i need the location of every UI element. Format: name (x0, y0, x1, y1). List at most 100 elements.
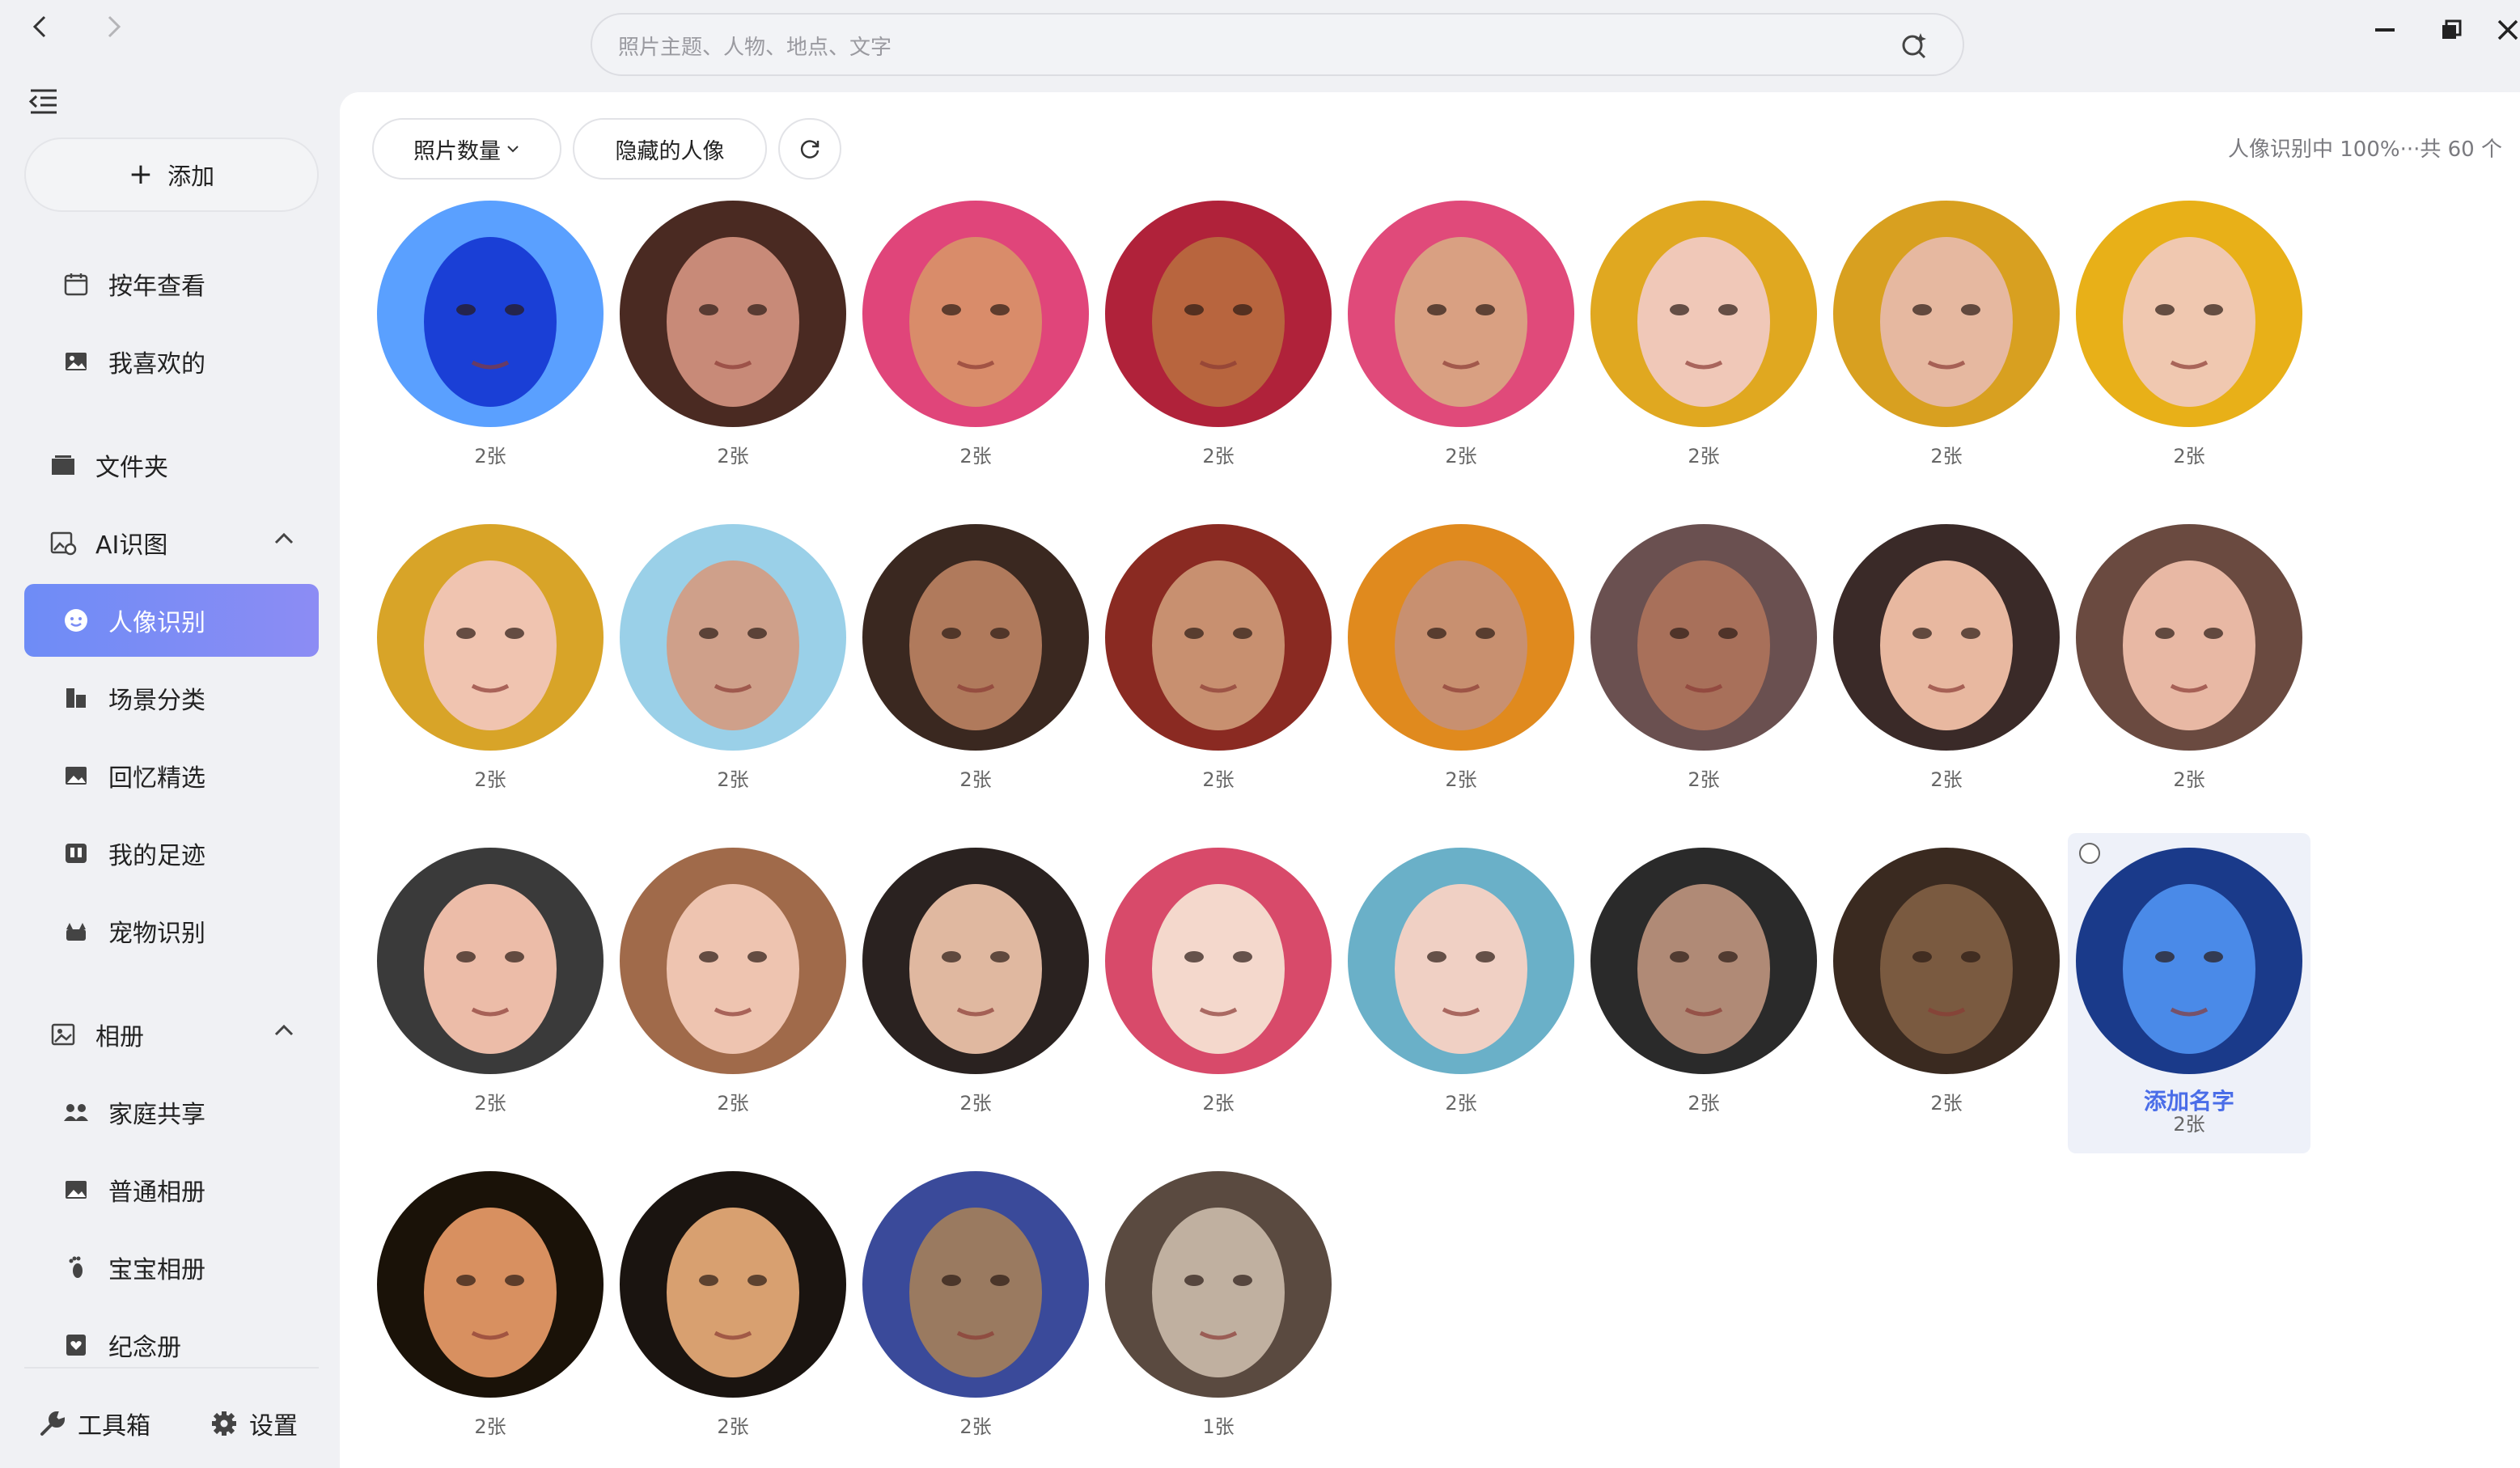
person-card[interactable]: 2张 (1097, 844, 1340, 1136)
minimize-button[interactable] (2361, 10, 2409, 50)
refresh-button[interactable] (778, 118, 841, 180)
sidebar-item-favorites[interactable]: 我喜欢的 (24, 325, 319, 398)
face-thumbnail[interactable] (1105, 848, 1332, 1074)
face-thumbnail[interactable] (620, 524, 846, 751)
sidebar-group-ai[interactable]: AI识图 (24, 506, 319, 579)
forward-button[interactable] (89, 6, 138, 47)
face-thumbnail[interactable] (862, 1171, 1089, 1398)
person-card[interactable]: 2张 (1825, 844, 2068, 1136)
add-button[interactable]: + 添加 (24, 137, 319, 212)
photo-count: 2张 (1445, 1092, 1477, 1115)
person-card[interactable]: 2张 (2068, 521, 2310, 812)
face-thumbnail[interactable] (1590, 201, 1817, 427)
chevron-down-icon (507, 146, 519, 153)
sidebar-item-baby-album[interactable]: 宝宝相册 (24, 1231, 319, 1304)
person-card[interactable]: 2张 (2068, 197, 2310, 489)
person-card[interactable]: 2张 (1825, 197, 2068, 489)
family-icon (60, 1096, 92, 1128)
chevron-up-icon[interactable] (273, 531, 294, 547)
face-thumbnail[interactable] (1105, 1171, 1332, 1398)
person-card[interactable]: 2张 (854, 197, 1097, 489)
hidden-faces-button[interactable]: 隐藏的人像 (573, 118, 767, 180)
person-card[interactable]: 2张 (1582, 521, 1825, 812)
chevron-left-icon (32, 15, 46, 38)
person-card[interactable]: 1张 (1097, 1168, 1340, 1459)
face-thumbnail[interactable] (862, 201, 1089, 427)
face-thumbnail[interactable] (1105, 524, 1332, 751)
picture-icon (60, 1174, 92, 1206)
photo-count: 2张 (717, 1415, 749, 1438)
sidebar-item-folders[interactable]: 文件夹 (24, 429, 319, 501)
face-thumbnail[interactable] (862, 524, 1089, 751)
face-thumbnail[interactable] (1348, 848, 1574, 1074)
face-thumbnail[interactable] (1833, 848, 2060, 1074)
album-icon (47, 1018, 79, 1051)
person-card[interactable]: 2张 (1582, 197, 1825, 489)
sidebar-item-face-recognition[interactable]: 人像识别 (24, 584, 319, 657)
face-thumbnail[interactable] (1348, 524, 1574, 751)
person-card[interactable]: 2张 (854, 1168, 1097, 1459)
sidebar-item-memorial-book[interactable]: 纪念册 (24, 1309, 319, 1381)
person-card[interactable]: 2张 (612, 521, 854, 812)
person-card[interactable]: 2张 (612, 844, 854, 1136)
person-card[interactable]: 2张 (369, 521, 612, 812)
face-thumbnail[interactable] (1833, 201, 2060, 427)
sidebar-item-footprints[interactable]: 我的足迹 (24, 817, 319, 890)
person-card[interactable]: 2张 (1097, 197, 1340, 489)
collapse-sidebar-button[interactable] (28, 87, 60, 120)
person-card[interactable]: 2张 (1825, 521, 2068, 812)
sidebar-item-scene-classify[interactable]: 场景分类 (24, 662, 319, 734)
person-card[interactable]: 2张 (369, 197, 612, 489)
face-thumbnail[interactable] (377, 1171, 604, 1398)
face-thumbnail[interactable] (620, 201, 846, 427)
sidebar-item-pets[interactable]: 宠物识别 (24, 895, 319, 967)
face-thumbnail[interactable] (2076, 524, 2302, 751)
search-bar[interactable]: 照片主题、人物、地点、文字 (591, 13, 1964, 76)
face-thumbnail[interactable] (1348, 201, 1574, 427)
face-thumbnail[interactable] (1590, 524, 1817, 751)
face-thumbnail[interactable] (1590, 848, 1817, 1074)
face-thumbnail[interactable] (862, 848, 1089, 1074)
sidebar-item-label: 纪念册 (108, 1334, 181, 1362)
calendar-icon (60, 268, 92, 300)
sidebar-item-label: 回忆精选 (108, 764, 205, 793)
chevron-up-icon[interactable] (273, 1022, 294, 1039)
search-input[interactable]: 照片主题、人物、地点、文字 (618, 31, 892, 61)
face-thumbnail[interactable] (620, 1171, 846, 1398)
sidebar-item-memories[interactable]: 回忆精选 (24, 739, 319, 812)
person-card[interactable]: 2张 (1582, 844, 1825, 1136)
sidebar-item-normal-album[interactable]: 普通相册 (24, 1153, 319, 1226)
close-button[interactable] (2484, 10, 2520, 50)
face-thumbnail[interactable] (2076, 848, 2302, 1074)
person-card[interactable]: 2张 (369, 844, 612, 1136)
back-button[interactable] (16, 6, 65, 47)
person-card[interactable]: 2张 (1097, 521, 1340, 812)
folder-icon (47, 449, 79, 481)
face-thumbnail[interactable] (1105, 201, 1332, 427)
person-card[interactable]: 2张 (369, 1168, 612, 1459)
photo-count: 2张 (474, 1092, 506, 1115)
restore-button[interactable] (2427, 10, 2476, 50)
face-thumbnail[interactable] (2076, 201, 2302, 427)
settings-button[interactable]: 设置 (210, 1406, 298, 1441)
person-card[interactable]: 2张 (854, 844, 1097, 1136)
face-thumbnail[interactable] (377, 848, 604, 1074)
sort-dropdown[interactable]: 照片数量 (372, 118, 561, 180)
face-thumbnail[interactable] (1833, 524, 2060, 751)
person-card[interactable]: 2张 (612, 197, 854, 489)
select-radio[interactable] (2079, 843, 2100, 864)
person-card[interactable]: 2张 (1340, 521, 1582, 812)
person-card[interactable]: 2张 (854, 521, 1097, 812)
person-card[interactable]: 2张 (1340, 197, 1582, 489)
sidebar-group-albums[interactable]: 相册 (24, 998, 319, 1071)
person-card[interactable]: 2张 (1340, 844, 1582, 1136)
sidebar-item-family-share[interactable]: 家庭共享 (24, 1076, 319, 1149)
person-card[interactable]: 添加名字 2张 (2068, 833, 2310, 1153)
person-card[interactable]: 2张 (612, 1168, 854, 1459)
toolbox-button[interactable]: 工具箱 (39, 1406, 150, 1441)
ai-search-icon[interactable] (1898, 29, 1930, 65)
face-thumbnail[interactable] (377, 524, 604, 751)
face-thumbnail[interactable] (620, 848, 846, 1074)
face-thumbnail[interactable] (377, 201, 604, 427)
sidebar-item-year-view[interactable]: 按年查看 (24, 247, 319, 320)
